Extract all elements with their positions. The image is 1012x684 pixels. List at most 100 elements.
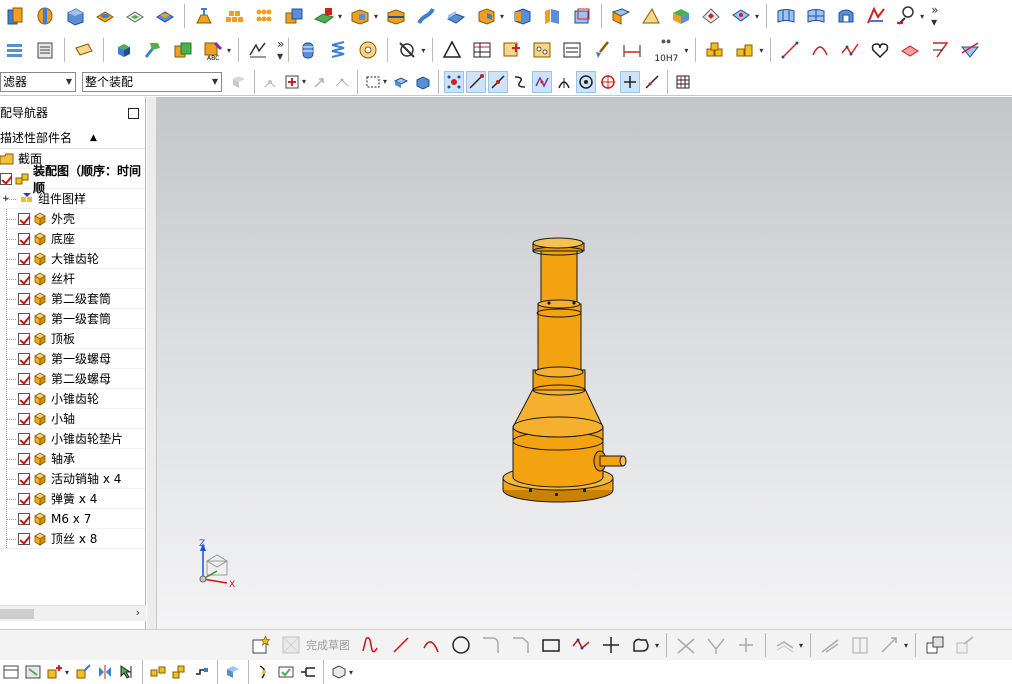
assembly-sequence-icon[interactable] (32, 37, 58, 63)
coordinate-triad[interactable]: Z X (199, 539, 235, 590)
through-curves-icon[interactable] (773, 3, 799, 29)
unite-icon[interactable] (281, 3, 307, 29)
subtract-icon[interactable] (347, 3, 373, 29)
add-component-icon[interactable] (110, 37, 136, 63)
snap-arc-center-icon[interactable] (554, 71, 574, 93)
select-component-icon[interactable] (117, 661, 137, 683)
datum-plane-icon[interactable] (311, 3, 337, 29)
tree-node-part[interactable]: 第一级螺母 (0, 349, 145, 369)
holes-table-icon[interactable] (529, 37, 555, 63)
snap-mode-points-icon[interactable] (444, 70, 465, 93)
gold-cubes-2-icon[interactable] (732, 37, 758, 63)
emboss-icon[interactable] (191, 3, 217, 29)
heart-curve-icon[interactable] (867, 37, 893, 63)
fit-tolerance-icon[interactable]: 10H7 (649, 37, 683, 64)
tree-node-part[interactable]: M6 x 7 (0, 509, 145, 529)
thicken-icon[interactable] (668, 3, 694, 29)
add-feature-icon[interactable] (45, 661, 65, 683)
select-body-icon[interactable] (391, 71, 411, 93)
dropdown-caret-icon[interactable]: ▾ (655, 641, 659, 650)
sketch-polyline-icon[interactable] (568, 632, 594, 658)
visibility-checkbox[interactable] (18, 312, 30, 325)
visibility-checkbox[interactable] (18, 272, 30, 285)
new-component-icon[interactable] (140, 37, 166, 63)
visibility-checkbox[interactable] (18, 332, 30, 345)
dropdown-caret-icon[interactable]: ▾ (500, 12, 504, 21)
dropdown-caret-icon[interactable]: ▾ (338, 12, 342, 21)
sketch-line-icon[interactable] (388, 632, 414, 658)
pad-icon[interactable] (152, 3, 178, 29)
boss-icon[interactable] (92, 3, 118, 29)
mirror-icon[interactable] (95, 661, 115, 683)
snap-mid-point-icon[interactable] (488, 70, 509, 93)
bounded-plane-icon[interactable] (638, 3, 664, 29)
profile-icon[interactable] (358, 632, 384, 658)
tree-node-part[interactable]: 第一级套筒 (0, 309, 145, 329)
sequence-icon[interactable] (170, 661, 190, 683)
scope-filter-select[interactable]: 整个装配 ▼ (82, 71, 222, 92)
tree-node-part[interactable]: 第二级套筒 (0, 289, 145, 309)
toolbar-overflow-icon[interactable]: » ▾ (931, 4, 938, 28)
quick-extend-icon[interactable] (703, 632, 729, 658)
dropdown-caret-icon[interactable]: ▾ (755, 12, 759, 21)
snap-existing-point-icon[interactable] (620, 70, 641, 93)
tree-node-part[interactable]: 活动销轴 x 4 (0, 469, 145, 489)
snap-circle-center-icon[interactable] (576, 70, 597, 93)
snap-intersection-icon[interactable] (532, 70, 553, 93)
edge-blend-icon[interactable] (509, 3, 535, 29)
add-point-icon[interactable] (499, 37, 525, 63)
tree-node-part[interactable]: 大锥齿轮 (0, 249, 145, 269)
paintbrush-icon[interactable] (589, 37, 615, 63)
patch-icon[interactable] (728, 3, 754, 29)
scroll-right-icon[interactable]: › (136, 606, 140, 619)
sweep-icon[interactable] (413, 3, 439, 29)
sketch-arc-icon[interactable] (418, 632, 444, 658)
tree-node-part[interactable]: 轴承 (0, 449, 145, 469)
scrollbar-thumb[interactable] (0, 609, 34, 619)
tree-node-part[interactable]: 第二级螺母 (0, 369, 145, 389)
inference-arrow-icon[interactable] (310, 71, 330, 93)
arc-icon[interactable] (807, 37, 833, 63)
make-corner-icon[interactable] (733, 632, 759, 658)
dropdown-caret-icon[interactable]: ▾ (799, 641, 803, 650)
visibility-checkbox[interactable] (18, 512, 30, 525)
triangle-sketch-icon[interactable] (439, 37, 465, 63)
panel-splitter[interactable] (147, 97, 157, 629)
explode-view-icon[interactable] (148, 661, 168, 683)
visibility-checkbox[interactable] (18, 392, 30, 405)
shell-icon[interactable] (473, 3, 499, 29)
trim-body-icon[interactable] (383, 3, 409, 29)
snap-control-point-icon[interactable] (510, 71, 530, 93)
maximize-icon[interactable] (128, 107, 139, 119)
move-feature-icon[interactable] (73, 661, 93, 683)
finish-sketch-label[interactable]: 完成草图 (306, 637, 350, 653)
reference-set-icon[interactable] (298, 661, 318, 683)
visibility-checkbox[interactable] (18, 532, 30, 545)
measure-icon[interactable] (893, 3, 919, 29)
wave-link-icon[interactable] (192, 661, 212, 683)
dropdown-caret-icon[interactable]: ▾ (302, 77, 306, 86)
sew-icon[interactable] (698, 3, 724, 29)
dropdown-caret-icon[interactable]: ▾ (904, 641, 908, 650)
drafting-icon[interactable] (245, 37, 271, 63)
dimension-icon[interactable] (619, 37, 645, 63)
tree-node-part[interactable]: 丝杆 (0, 269, 145, 289)
tree-node-pattern[interactable]: + 组件图样 (0, 189, 145, 209)
dropdown-caret-icon[interactable]: ▾ (349, 668, 353, 677)
sketch-fillet-icon[interactable] (478, 632, 504, 658)
rectangle-select-icon[interactable] (363, 71, 383, 93)
finish-sketch-icon[interactable] (278, 632, 304, 658)
visibility-checkbox[interactable] (18, 452, 30, 465)
visibility-checkbox[interactable] (18, 432, 30, 445)
table-icon[interactable] (469, 37, 495, 63)
hide-component-icon[interactable] (394, 37, 420, 63)
studio-spline-icon[interactable] (837, 37, 863, 63)
sketch-properties-icon[interactable] (952, 632, 978, 658)
ray-snap-icon[interactable] (332, 71, 352, 93)
visibility-checkbox[interactable] (18, 412, 30, 425)
offset-curve-icon[interactable] (897, 37, 923, 63)
block-icon[interactable] (62, 3, 88, 29)
pocket-icon[interactable] (122, 3, 148, 29)
tree-node-part[interactable]: 小锥齿轮 (0, 389, 145, 409)
visibility-checkbox[interactable] (18, 472, 30, 485)
